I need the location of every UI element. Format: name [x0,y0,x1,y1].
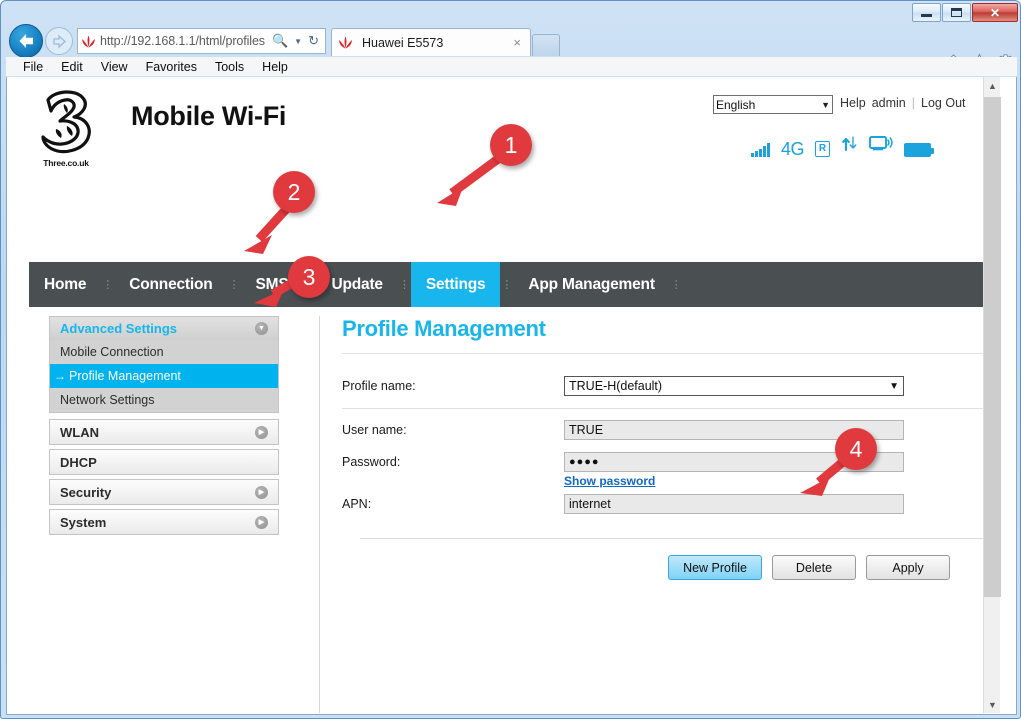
annotation-marker-1: 1 [490,124,532,166]
annotation-arrows [1,1,1021,720]
annotation-marker-4: 4 [835,428,877,470]
annotation-marker-2: 2 [273,171,315,213]
browser-window: ✕ http://192.168.1.1/html/profiles [0,0,1021,719]
annotation-marker-3: 3 [288,256,330,298]
annotation-arrow-4 [800,461,844,496]
annotation-arrow-1 [437,159,498,206]
annotation-arrow-2 [244,206,289,254]
